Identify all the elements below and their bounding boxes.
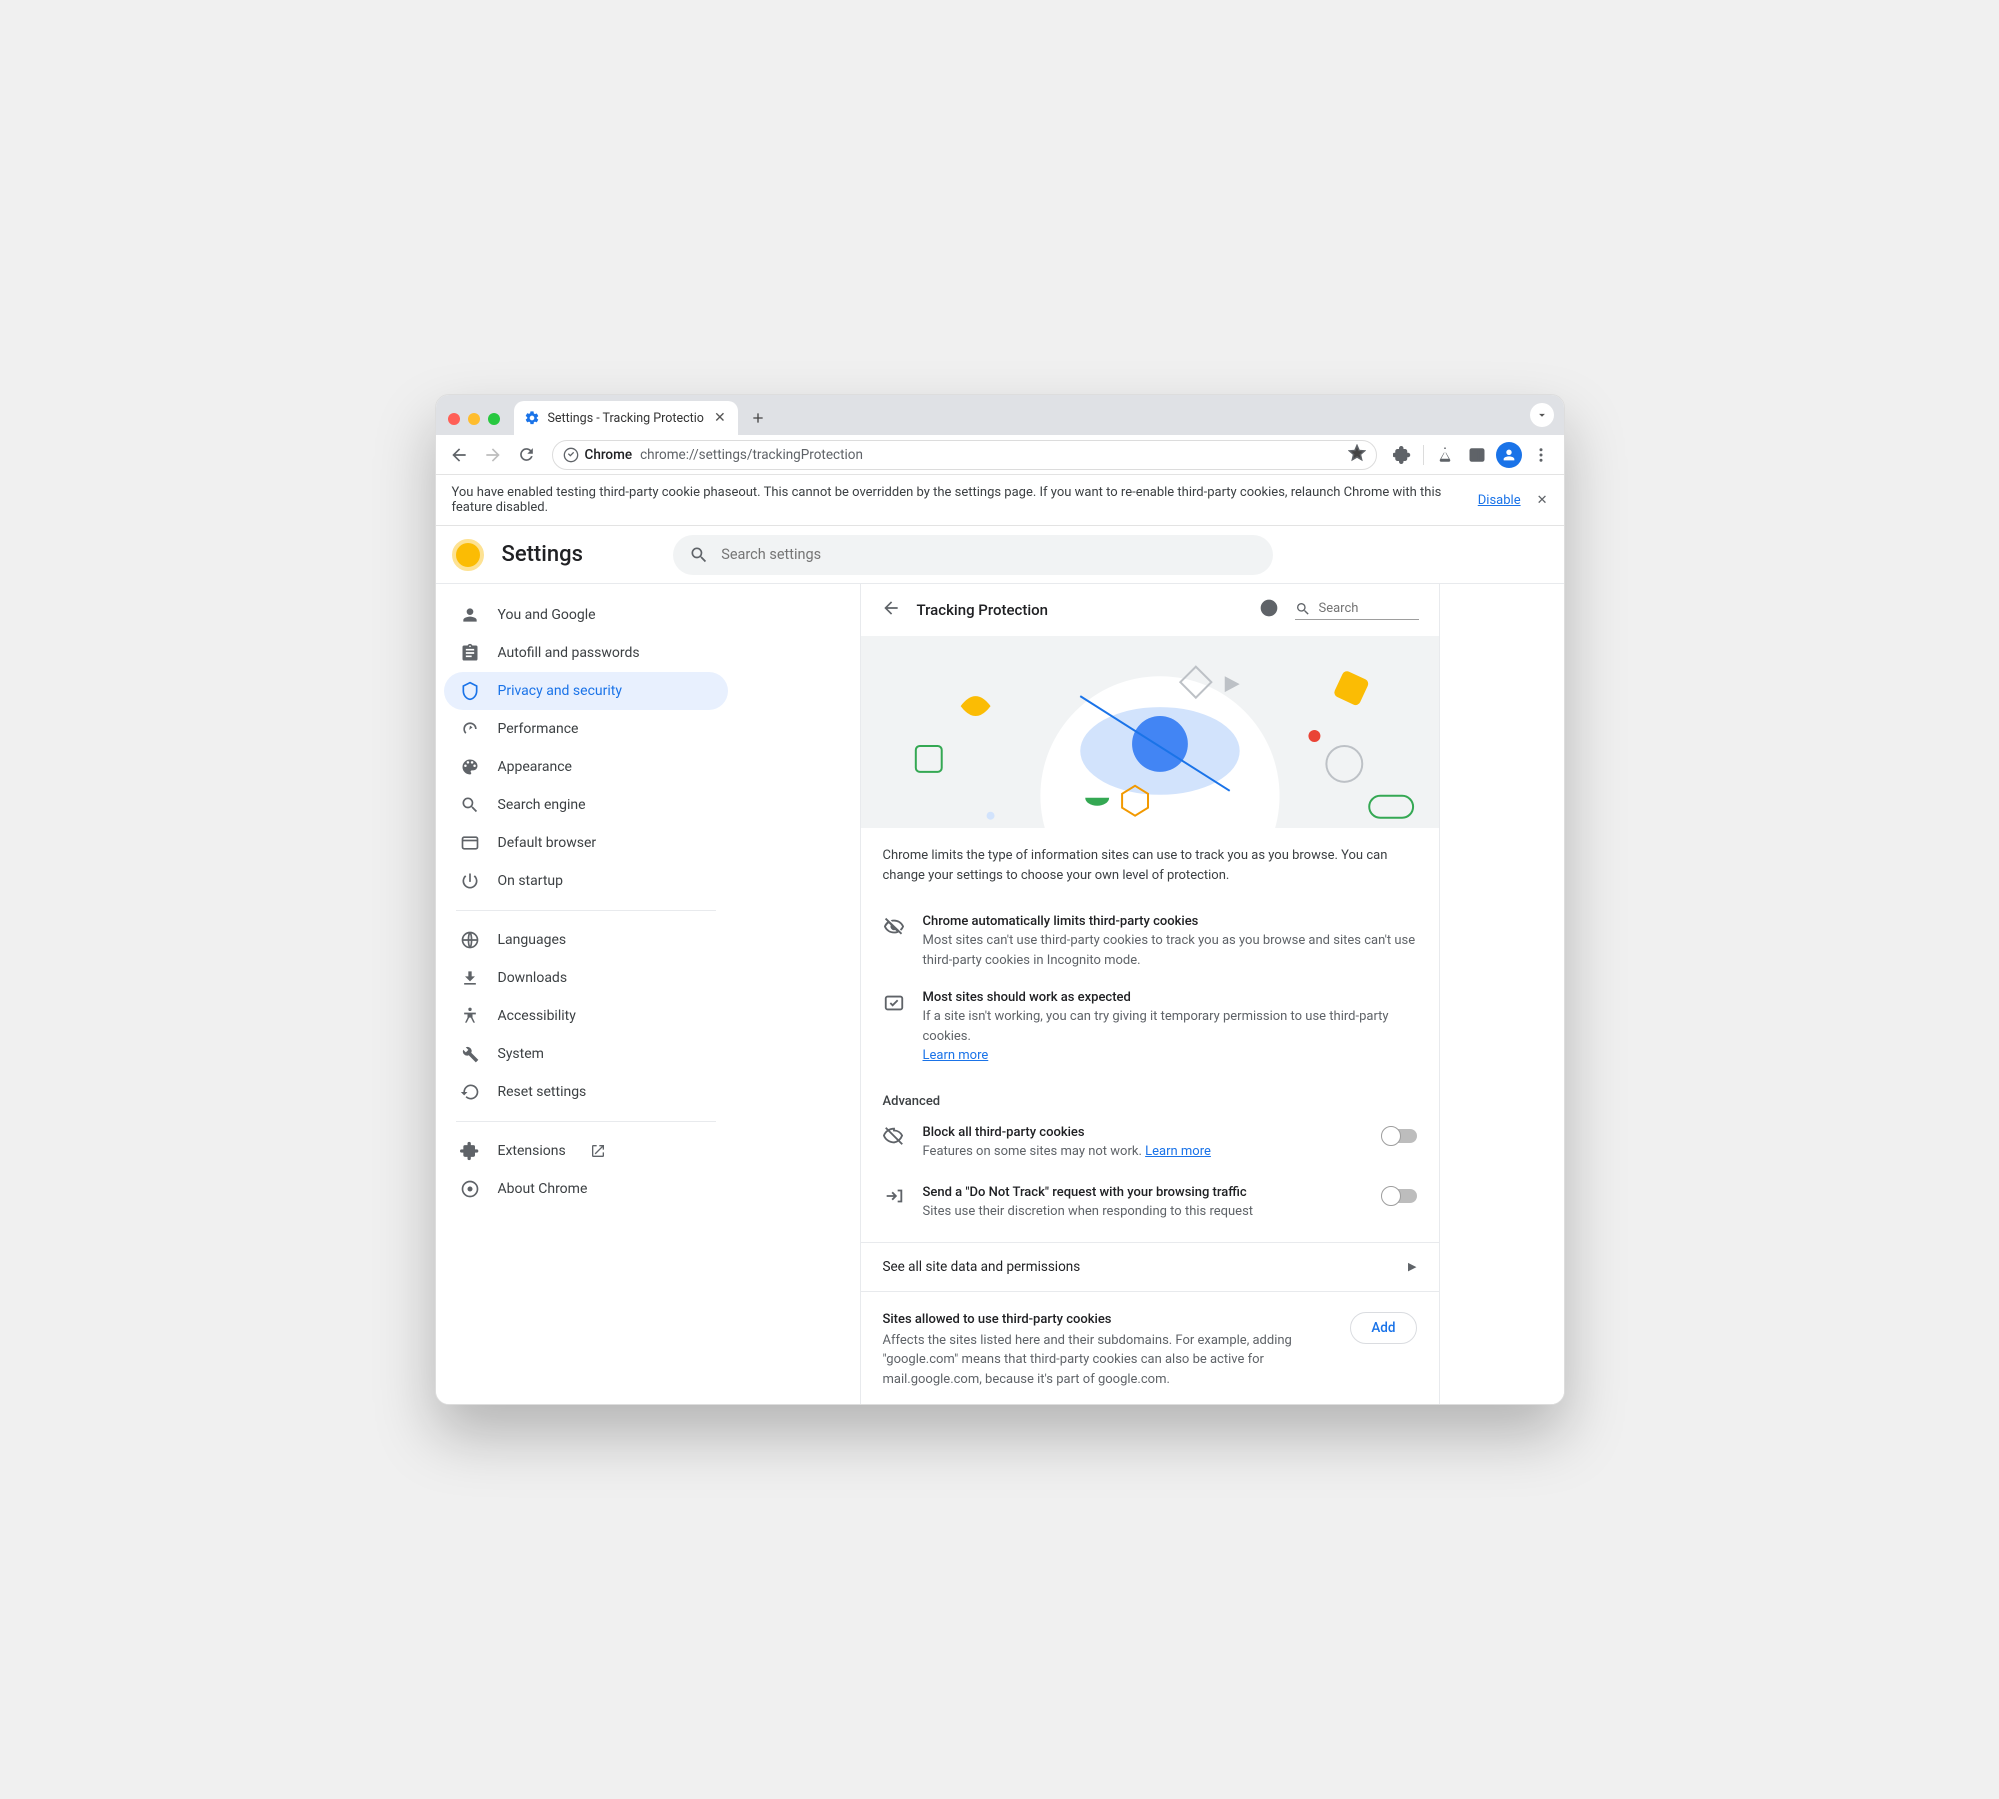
profile-avatar[interactable] bbox=[1494, 440, 1524, 470]
sidebar-item-accessibility[interactable]: Accessibility bbox=[444, 997, 728, 1035]
sidebar: You and Google Autofill and passwords Pr… bbox=[436, 584, 736, 1404]
sidebar-item-languages[interactable]: Languages bbox=[444, 921, 728, 959]
sidebar-item-downloads[interactable]: Downloads bbox=[444, 959, 728, 997]
tab-strip: Settings - Tracking Protectio ✕ bbox=[436, 395, 1564, 435]
tabs-dropdown-button[interactable] bbox=[1530, 403, 1554, 427]
app-title: Settings bbox=[502, 542, 583, 567]
sidebar-item-privacy[interactable]: Privacy and security bbox=[444, 672, 728, 710]
toggle-block-third-party: Block all third-party cookies Features o… bbox=[861, 1113, 1439, 1174]
settings-frame: You and Google Autofill and passwords Pr… bbox=[436, 584, 1564, 1404]
power-icon bbox=[460, 871, 480, 891]
visibility-off-icon bbox=[883, 914, 905, 970]
info-row-sites-work: Most sites should work as expected If a … bbox=[861, 980, 1439, 1076]
sidebar-item-about[interactable]: About Chrome bbox=[444, 1170, 728, 1208]
infobar-text: You have enabled testing third-party coo… bbox=[452, 485, 1466, 515]
accessibility-icon bbox=[460, 1006, 480, 1026]
speed-icon bbox=[460, 719, 480, 739]
side-panel-icon[interactable] bbox=[1462, 440, 1492, 470]
settings-app-bar: Settings bbox=[436, 526, 1564, 584]
in-page-search[interactable] bbox=[1295, 601, 1419, 620]
palette-icon bbox=[460, 757, 480, 777]
chrome-logo-icon bbox=[452, 539, 484, 571]
cookie-off-icon bbox=[883, 1125, 905, 1151]
sidebar-item-system[interactable]: System bbox=[444, 1035, 728, 1073]
wrench-icon bbox=[460, 1044, 480, 1064]
assignment-icon bbox=[460, 643, 480, 663]
page-header: Tracking Protection bbox=[861, 584, 1439, 636]
reload-button[interactable] bbox=[512, 440, 542, 470]
new-tab-button[interactable] bbox=[744, 404, 772, 432]
browser-tab[interactable]: Settings - Tracking Protectio ✕ bbox=[514, 401, 738, 435]
advanced-label: Advanced bbox=[861, 1076, 1439, 1113]
learn-more-link[interactable]: Learn more bbox=[923, 1048, 989, 1063]
toolbar-actions bbox=[1387, 440, 1556, 470]
forward-button[interactable] bbox=[478, 440, 508, 470]
browser-check-icon bbox=[883, 990, 905, 1066]
sidebar-item-on-startup[interactable]: On startup bbox=[444, 862, 728, 900]
site-info-button[interactable]: Chrome bbox=[563, 447, 633, 463]
bookmark-icon[interactable] bbox=[1348, 444, 1366, 466]
help-icon[interactable] bbox=[1259, 598, 1279, 622]
gear-icon bbox=[524, 410, 540, 426]
tab-title: Settings - Tracking Protectio bbox=[548, 411, 704, 426]
settings-search[interactable] bbox=[673, 535, 1273, 575]
close-icon[interactable]: ✕ bbox=[1537, 493, 1548, 508]
window-controls bbox=[444, 413, 508, 435]
download-icon bbox=[460, 968, 480, 988]
close-window-button[interactable] bbox=[448, 413, 460, 425]
shield-icon bbox=[460, 681, 480, 701]
tracking-protection-panel: Tracking Protection bbox=[860, 584, 1440, 1404]
add-button[interactable]: Add bbox=[1350, 1312, 1416, 1344]
minimize-window-button[interactable] bbox=[468, 413, 480, 425]
labs-icon[interactable] bbox=[1430, 440, 1460, 470]
sidebar-item-reset[interactable]: Reset settings bbox=[444, 1073, 728, 1111]
search-icon bbox=[1295, 601, 1311, 617]
sidebar-item-appearance[interactable]: Appearance bbox=[444, 748, 728, 786]
toggle-switch[interactable] bbox=[1383, 1129, 1417, 1143]
toggle-switch[interactable] bbox=[1383, 1189, 1417, 1203]
chrome-icon bbox=[460, 1179, 480, 1199]
info-bar: You have enabled testing third-party coo… bbox=[436, 475, 1564, 526]
search-icon bbox=[460, 795, 480, 815]
browser-window: Settings - Tracking Protectio ✕ Chrome c… bbox=[435, 394, 1565, 1405]
in-page-search-input[interactable] bbox=[1319, 601, 1419, 616]
toggle-do-not-track: Send a "Do Not Track" request with your … bbox=[861, 1173, 1439, 1234]
maximize-window-button[interactable] bbox=[488, 413, 500, 425]
search-icon bbox=[689, 545, 709, 565]
globe-icon bbox=[460, 930, 480, 950]
allowed-sites-section: Sites allowed to use third-party cookies… bbox=[861, 1292, 1439, 1404]
open-in-new-icon bbox=[590, 1143, 606, 1159]
sidebar-item-default-browser[interactable]: Default browser bbox=[444, 824, 728, 862]
close-tab-icon[interactable]: ✕ bbox=[712, 408, 728, 428]
browser-icon bbox=[460, 833, 480, 853]
intro-text: Chrome limits the type of information si… bbox=[861, 828, 1439, 904]
learn-more-link[interactable]: Learn more bbox=[1145, 1144, 1211, 1159]
extension-icon bbox=[460, 1141, 480, 1161]
back-icon[interactable] bbox=[881, 598, 901, 622]
sidebar-item-autofill[interactable]: Autofill and passwords bbox=[444, 634, 728, 672]
sidebar-item-extensions[interactable]: Extensions bbox=[444, 1132, 728, 1170]
address-bar[interactable]: Chrome chrome://settings/trackingProtect… bbox=[552, 440, 1377, 470]
hero-illustration bbox=[861, 636, 1439, 828]
extensions-icon[interactable] bbox=[1387, 440, 1417, 470]
restore-icon bbox=[460, 1082, 480, 1102]
infobar-disable-link[interactable]: Disable bbox=[1478, 493, 1521, 508]
sidebar-item-search-engine[interactable]: Search engine bbox=[444, 786, 728, 824]
toolbar: Chrome chrome://settings/trackingProtect… bbox=[436, 435, 1564, 475]
chevron-right-icon: ▶ bbox=[1408, 1260, 1416, 1273]
do-not-track-icon bbox=[883, 1185, 905, 1211]
settings-search-input[interactable] bbox=[721, 546, 1257, 563]
url-text: chrome://settings/trackingProtection bbox=[640, 447, 863, 463]
info-row-cookies: Chrome automatically limits third-party … bbox=[861, 904, 1439, 980]
back-button[interactable] bbox=[444, 440, 474, 470]
sidebar-item-you-and-google[interactable]: You and Google bbox=[444, 596, 728, 634]
menu-icon[interactable] bbox=[1526, 440, 1556, 470]
page-title: Tracking Protection bbox=[917, 601, 1049, 619]
content-area: Tracking Protection bbox=[736, 584, 1564, 1404]
sidebar-item-performance[interactable]: Performance bbox=[444, 710, 728, 748]
site-data-nav[interactable]: See all site data and permissions ▶ bbox=[861, 1242, 1439, 1292]
person-icon bbox=[460, 605, 480, 625]
